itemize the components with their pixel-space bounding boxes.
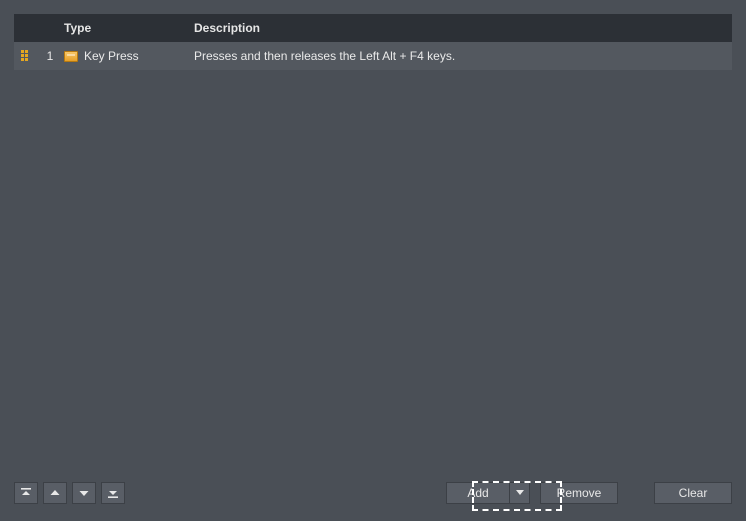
move-to-top-button[interactable] [14,482,38,504]
caret-down-icon [516,490,524,496]
remove-button-label: Remove [557,486,602,500]
move-up-button[interactable] [43,482,67,504]
clear-button-label: Clear [679,486,708,500]
action-button-group: Add Remove Clear [446,482,732,504]
table-row[interactable]: 1 Key Press Presses and then releases th… [14,42,732,70]
bottom-toolbar: Add Remove Clear [14,479,732,507]
move-to-bottom-button[interactable] [101,482,125,504]
row-drag-cell[interactable] [14,50,36,62]
header-description-label: Description [194,21,260,35]
chevron-down-icon [78,487,90,499]
reorder-button-group [14,482,125,504]
row-index: 1 [36,49,64,63]
action-table: Type Description 1 Key Press Presses and… [14,14,732,74]
keyboard-icon [64,51,78,62]
chevron-bottom-icon [107,487,119,499]
row-description: Presses and then releases the Left Alt +… [194,49,732,63]
header-type-label: Type [64,21,91,35]
add-button-label: Add [467,486,488,500]
add-button[interactable]: Add [446,482,510,504]
table-header-row: Type Description [14,14,732,42]
add-dropdown-button[interactable] [510,482,530,504]
chevron-top-icon [20,487,32,499]
chevron-up-icon [49,487,61,499]
clear-button[interactable]: Clear [654,482,732,504]
drag-handle-icon[interactable] [21,50,30,62]
move-down-button[interactable] [72,482,96,504]
row-type-label: Key Press [84,49,139,63]
header-type[interactable]: Type [64,21,194,35]
header-description[interactable]: Description [194,21,732,35]
remove-button[interactable]: Remove [540,482,618,504]
add-split-button: Add [446,482,530,504]
row-type-cell: Key Press [64,49,194,63]
